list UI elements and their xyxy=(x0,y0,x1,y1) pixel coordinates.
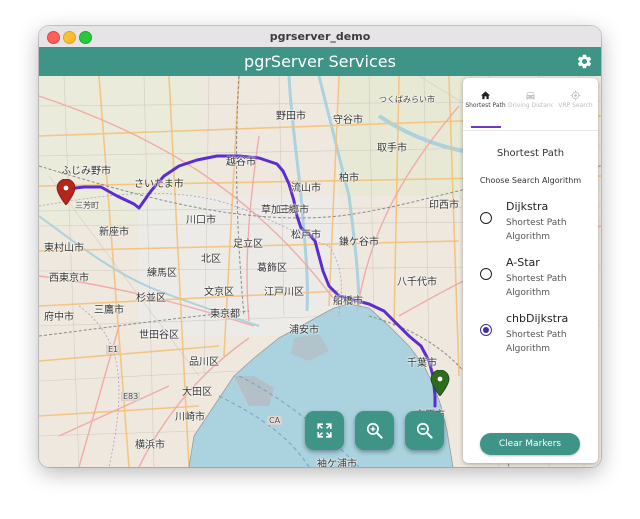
start-marker[interactable] xyxy=(56,179,76,205)
clear-markers-button[interactable]: Clear Markers xyxy=(480,433,580,455)
panel-subtitle: Choose Search Algorithm xyxy=(479,176,582,185)
zoom-in-icon xyxy=(366,422,383,439)
zoom-in-button[interactable] xyxy=(355,411,394,450)
gear-icon[interactable] xyxy=(576,53,593,70)
app-window: pgrserver_demo pgrServer Services 野田市 守谷… xyxy=(39,26,601,467)
tab-label: VRP Search xyxy=(558,102,593,109)
zoom-out-icon xyxy=(416,422,433,439)
tab-vrp-search[interactable]: VRP Search xyxy=(553,78,598,130)
app-bar: pgrServer Services xyxy=(39,47,601,76)
app-title: pgrServer Services xyxy=(244,52,396,71)
fullscreen-icon xyxy=(317,423,332,438)
option-name: chbDijkstra xyxy=(506,312,569,325)
radio-button[interactable] xyxy=(480,268,492,280)
tab-driving-distance[interactable]: Driving Distance xyxy=(508,78,553,130)
radio-button[interactable] xyxy=(480,212,492,224)
home-icon xyxy=(480,91,491,100)
tab-indicator xyxy=(471,126,501,128)
tab-shortest-path[interactable]: Shortest Path xyxy=(463,78,508,130)
radio-button-selected[interactable] xyxy=(480,324,492,336)
algorithm-option-chbdijkstra[interactable]: chbDijkstra Shortest Path Algorithm xyxy=(463,312,598,362)
panel-title: Shortest Path xyxy=(496,148,565,159)
search-panel: Shortest Path Driving Distance VRP Searc… xyxy=(463,78,598,463)
title-bar: pgrserver_demo xyxy=(39,26,601,48)
tab-label: Shortest Path xyxy=(465,102,506,109)
option-description: Shortest Path Algorithm xyxy=(506,330,567,354)
algorithm-option-dijkstra[interactable]: Dijkstra Shortest Path Algorithm xyxy=(463,200,598,250)
option-description: Shortest Path Algorithm xyxy=(506,218,567,242)
end-marker[interactable] xyxy=(430,370,450,396)
option-name: Dijkstra xyxy=(506,200,549,213)
fullscreen-button[interactable] xyxy=(305,411,344,450)
zoom-out-button[interactable] xyxy=(405,411,444,450)
algorithm-option-astar[interactable]: A-Star Shortest Path Algorithm xyxy=(463,256,598,306)
option-description: Shortest Path Algorithm xyxy=(506,274,567,298)
option-name: A-Star xyxy=(506,256,540,269)
tab-label: Driving Distance xyxy=(508,102,553,109)
window-title: pgrserver_demo xyxy=(269,30,371,43)
tab-divider xyxy=(463,130,598,131)
target-icon xyxy=(570,90,581,101)
car-icon xyxy=(526,92,535,100)
